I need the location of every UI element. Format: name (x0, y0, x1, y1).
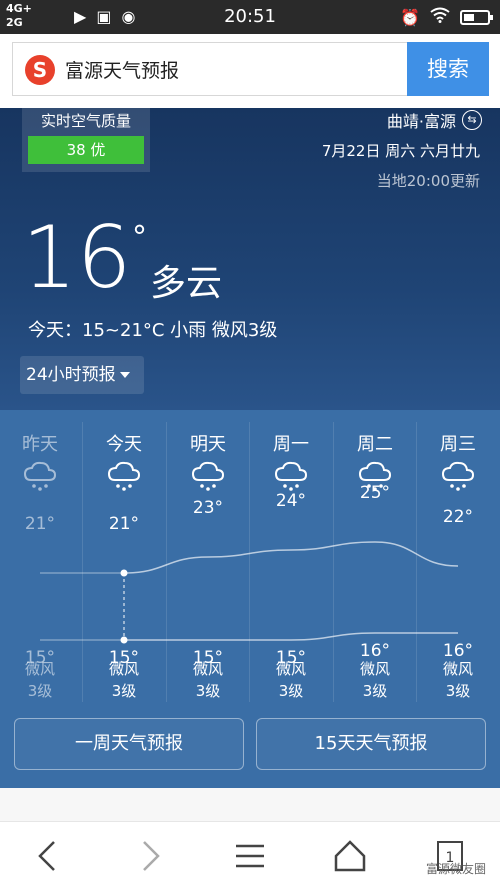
high-temp-label: 23° (192, 498, 224, 518)
content-strip (0, 788, 500, 822)
alarm-icon: ⏰ (400, 7, 420, 27)
day-name: 周三 (440, 434, 476, 455)
wind-label: 微风 (192, 660, 223, 678)
forward-button[interactable] (128, 834, 172, 878)
forecast-toggle[interactable]: 24小时预报 (20, 356, 144, 394)
day-name: 周一 (273, 434, 309, 455)
fifteen-day-forecast-button[interactable]: 15天天气预报 (256, 718, 486, 770)
wifi-icon (430, 7, 450, 27)
wind-label: 微风 (359, 660, 390, 678)
weather-current: 实时空气质量 38 优 曲靖·富源 ⇆ 7月22日 周六 六月廿九 当地20:0… (0, 108, 500, 410)
current-temperature: 16 (22, 208, 132, 308)
day-name: 今天 (106, 434, 142, 455)
chevron-left-icon (38, 841, 55, 871)
wind-label: 微风 (275, 660, 306, 678)
search-button[interactable]: 搜索 (407, 42, 489, 96)
home-icon (334, 840, 366, 872)
home-button[interactable] (328, 834, 372, 878)
chevron-right-icon (143, 841, 160, 871)
low-temp-line (123, 632, 458, 641)
menu-button[interactable] (228, 834, 272, 878)
switch-city-icon[interactable]: ⇆ (462, 110, 482, 130)
wind-label: 微风 (24, 660, 55, 678)
browser-navbar: 1 富源微友圈 (0, 822, 500, 889)
aqi-title: 实时空气质量 (40, 112, 131, 130)
current-condition: 多云 (150, 263, 223, 304)
location[interactable]: 曲靖·富源 ⇆ (387, 108, 482, 132)
high-temp-label: 24° (275, 491, 307, 511)
rain-cloud-icon (0, 460, 82, 496)
rain-cloud-icon (416, 460, 500, 496)
wind-level-label: 3级 (362, 682, 388, 700)
update-time: 当地20:00更新 (376, 172, 480, 190)
degree-symbol: ° (132, 220, 147, 255)
menu-icon (236, 844, 264, 868)
week-forecast-button[interactable]: 一周天气预报 (14, 718, 244, 770)
caret-down-icon (119, 372, 130, 378)
sogou-logo-icon: S (25, 55, 55, 85)
date-label: 7月22日 周六 六月廿九 (321, 142, 480, 160)
wind-level-label: 3级 (445, 682, 471, 700)
watermark: 富源微友圈 (425, 862, 486, 876)
wind-label: 微风 (108, 660, 139, 678)
high-temp-label: 25° (359, 483, 391, 503)
today-high-dot (120, 569, 128, 577)
wind-level-label: 3级 (278, 682, 304, 700)
today-low-dot (120, 636, 128, 644)
high-temp-label: 21° (108, 514, 140, 534)
aqi-badge: 38 优 (28, 136, 144, 164)
day-name: 昨天 (22, 434, 58, 455)
search-bar: S 富源天气预报 搜索 (0, 34, 500, 108)
forecast-toggle-label: 24小时预报 (26, 365, 116, 385)
back-button[interactable] (26, 834, 70, 878)
forecast-panel: 昨天 21° 15° 微风 3级 今天 21° 15° 微风 3级 明天 23° 15° 微风 3级 周一 24… (0, 410, 500, 788)
high-temp-line (123, 541, 459, 574)
day-name: 周二 (357, 434, 393, 455)
today-summary: 今天：15~21°C 小雨 微风3级 (28, 320, 278, 341)
high-temp-label: 21° (24, 514, 56, 534)
wind-label: 微风 (442, 660, 473, 678)
location-label: 曲靖·富源 (386, 112, 456, 131)
battery-icon (460, 9, 493, 25)
rain-cloud-icon (166, 460, 250, 496)
search-input[interactable]: S 富源天气预报 (12, 42, 408, 96)
day-name: 明天 (190, 434, 226, 455)
wind-level-label: 3级 (195, 682, 221, 700)
search-query: 富源天气预报 (65, 60, 180, 82)
status-bar: 4G+ 2G ▶ ▣ ◉ 20:51 ⏰ (0, 0, 500, 34)
high-temp-label: 22° (442, 507, 474, 527)
rain-cloud-icon (82, 460, 166, 496)
air-quality-card[interactable]: 实时空气质量 38 优 (22, 108, 150, 172)
wind-level-label: 3级 (111, 682, 137, 700)
wind-level-label: 3级 (27, 682, 53, 700)
